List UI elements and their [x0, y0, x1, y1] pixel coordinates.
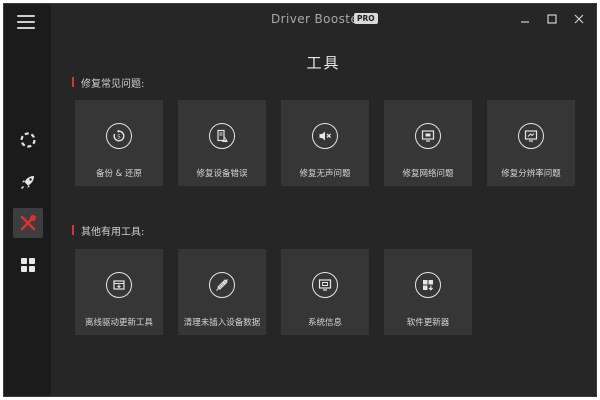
- restore-icon: 5: [106, 123, 132, 149]
- tool-backup-restore[interactable]: 5 备份 & 还原: [75, 100, 163, 186]
- section-label: 其他有用工具:: [81, 226, 145, 238]
- tile-label: 修复分辨率问题: [501, 169, 561, 179]
- tool-offline-driver-updater[interactable]: 离线驱动更新工具: [75, 249, 163, 335]
- tile-label: 备份 & 还原: [95, 169, 143, 179]
- rocket-icon: [20, 176, 34, 190]
- tile-label: 离线驱动更新工具: [84, 318, 153, 328]
- page-title: 工具: [306, 54, 341, 72]
- pro-badge: PRO: [354, 13, 378, 24]
- sidebar-item-tools[interactable]: [13, 208, 43, 238]
- resolution-icon: [518, 123, 544, 149]
- tile-label: 修复设备错误: [196, 169, 248, 179]
- tool-fix-resolution[interactable]: 修复分辨率问题: [487, 100, 575, 186]
- device-error-icon: [209, 123, 235, 149]
- clean-device-icon: [209, 272, 235, 298]
- tool-fix-network[interactable]: 修复网络问题: [384, 100, 472, 186]
- sidebar-item-action-center[interactable]: [13, 250, 43, 280]
- tool-clean-unplugged-devices[interactable]: 清理未插入设备数据: [178, 249, 266, 335]
- software-updater-icon: [415, 272, 441, 298]
- tile-label: 修复网络问题: [402, 169, 454, 179]
- tools-icon: [20, 214, 37, 231]
- section-header-other-tools: 其他有用工具:: [72, 224, 145, 238]
- section-accent-bar: [72, 77, 74, 87]
- tool-system-information[interactable]: 系统信息: [281, 249, 369, 335]
- mute-icon: [312, 123, 338, 149]
- network-icon: [415, 123, 441, 149]
- lifebuoy-icon: [20, 132, 36, 148]
- section-label: 修复常见问题:: [81, 78, 145, 90]
- tile-label: 清理未插入设备数据: [183, 318, 261, 328]
- tile-label: 修复无声问题: [299, 169, 351, 179]
- tile-label: 软件更新器: [406, 318, 450, 328]
- section-accent-bar: [72, 225, 74, 235]
- tool-software-updater[interactable]: 软件更新器: [384, 249, 472, 335]
- svg-text:5: 5: [117, 135, 121, 141]
- sidebar-item-scan[interactable]: [13, 125, 43, 155]
- app-window: Driver Booster 8 PRO 工具 修复常见问题: 5 备份 & 还…: [3, 3, 597, 397]
- minimize-icon[interactable]: [517, 11, 533, 27]
- sidebar: [4, 4, 51, 396]
- maximize-icon[interactable]: [544, 11, 560, 27]
- titlebar: Driver Booster 8 PRO: [51, 4, 596, 34]
- close-icon[interactable]: [571, 11, 587, 27]
- system-info-icon: [312, 272, 338, 298]
- tile-label: 系统信息: [307, 318, 342, 328]
- grid-icon: [21, 258, 35, 272]
- section-header-fix-common: 修复常见问题:: [72, 76, 145, 90]
- tool-fix-device-error[interactable]: 修复设备错误: [178, 100, 266, 186]
- sidebar-item-boost[interactable]: [13, 167, 43, 197]
- tools-page: 工具 修复常见问题: 5 备份 & 还原 修复设备错误 修复无声问题 修复网络问…: [51, 34, 596, 396]
- tool-fix-no-sound[interactable]: 修复无声问题: [281, 100, 369, 186]
- offline-update-icon: [106, 272, 132, 298]
- hamburger-menu-icon[interactable]: [15, 13, 37, 31]
